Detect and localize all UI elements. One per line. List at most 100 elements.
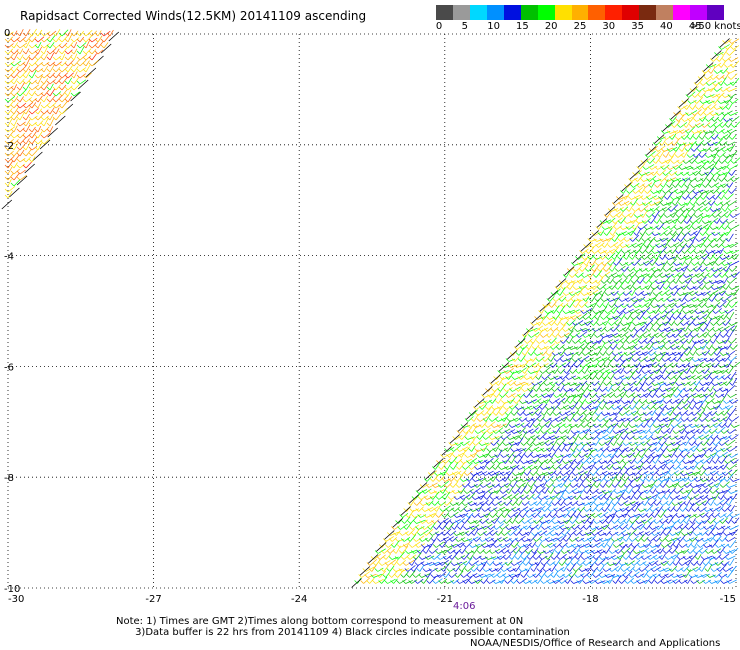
wind-barb-flag [409,526,413,530]
wind-barb [732,98,739,104]
wind-barb [505,456,511,464]
wind-barb [658,223,665,230]
wind-barb-flag [697,472,702,476]
wind-barb-flag [710,172,714,176]
wind-barb-flag [525,346,530,350]
wind-barb-flag [695,88,700,92]
wind-barb [643,404,650,410]
wind-barb-flag [728,40,732,44]
wind-barb-flag [620,268,625,272]
wind-barb-flag [439,508,443,512]
wind-barb-flag [635,238,639,242]
wind-barb-flag [463,490,468,494]
wind-barb-flag [648,412,653,416]
wind-barb-flag [555,400,559,404]
wind-barb-flag [618,298,623,302]
wind-barb-flag [482,436,486,440]
wind-barb-flag [654,280,659,284]
wind-barb-flag [613,508,617,512]
wind-barb [601,401,608,410]
wind-barb-flag [479,484,484,488]
wind-barb-flag [595,472,600,476]
wind-barb-flag [501,382,505,386]
wind-barb-flag [678,316,682,320]
wind-barb-flag [570,466,574,470]
wind-barb-flag [549,514,553,518]
wind-barb-flag [453,532,457,536]
wind-barb [581,415,587,422]
wind-barb [717,426,726,434]
wind-barb-flag [607,526,611,530]
wind-barb-flag [581,370,585,374]
wind-barb [652,488,657,494]
wind-barb-flag [673,226,678,230]
wind-barb-flag [651,478,656,482]
wind-barb-flag [641,238,645,242]
wind-barb-flag [663,214,668,218]
wind-barb-flag [548,418,553,422]
wind-barb-flag [557,388,561,392]
wind-barb-flag [531,514,535,518]
wind-barb-flag [535,340,540,344]
wind-barb-flag [687,214,692,218]
wind-barb-flag [592,310,596,314]
wind-barb-flag [514,460,518,464]
wind-barb [598,373,605,380]
wind-barb [720,494,725,500]
wind-barb-flag [644,304,648,308]
wind-barb [716,479,723,488]
contamination-flag [539,302,550,312]
wind-barb [510,529,518,536]
wind-barb [492,512,498,518]
wind-barb-flag [523,358,528,362]
wind-barb-flag [715,376,719,380]
wind-barb-flag [683,520,687,524]
wind-barb-flag [509,388,513,392]
wind-barb-flag [447,514,451,518]
wind-barb-flag [696,316,700,320]
wind-barb-flag [556,442,560,446]
wind-barb-flag [611,256,615,260]
wind-barb [536,384,542,392]
wind-barb-flag [538,328,542,332]
wind-barb-flag [591,250,595,254]
wind-barb-flag [728,58,732,62]
wind-barb [651,180,656,188]
wind-barb-flag [629,520,633,524]
wind-barb [458,483,465,488]
wind-barb-flag [691,508,695,512]
wind-barb-flag [713,220,718,224]
wind-barb-flag [704,286,709,290]
wind-barb-flag [669,346,674,350]
wind-barb [671,414,679,422]
wind-barb [610,355,617,362]
wind-barb-flag [419,502,424,506]
wind-barb-flag [635,334,640,338]
wind-barb-flag [632,436,636,440]
wind-barb-flag [681,400,685,404]
wind-barb-flag [641,502,646,506]
wind-barb-flag [524,454,528,458]
wind-barb-flag [490,460,494,464]
wind-barb-flag [683,220,688,224]
wind-barb-flag [498,412,503,416]
wind-barb [718,393,725,398]
wind-barb-flag [486,430,491,434]
wind-barb-flag [635,520,639,524]
wind-barb-flag [666,298,671,302]
wind-barb-flag [692,454,696,458]
wind-barb [676,205,686,212]
wind-barb-flag [650,304,654,308]
wind-barb-flag [541,490,546,494]
wind-barb [639,183,646,188]
wind-barb-flag [561,478,566,482]
wind-barb-flag [584,436,588,440]
wind-barb-flag [544,424,549,428]
wind-barb-flag [566,322,570,326]
wind-barb [529,420,535,428]
wind-barb-flag [729,514,733,518]
wind-barb-flag [681,232,685,236]
wind-barb [697,403,703,410]
wind-barb-flag [672,280,677,284]
wind-barb-flag [489,496,494,500]
